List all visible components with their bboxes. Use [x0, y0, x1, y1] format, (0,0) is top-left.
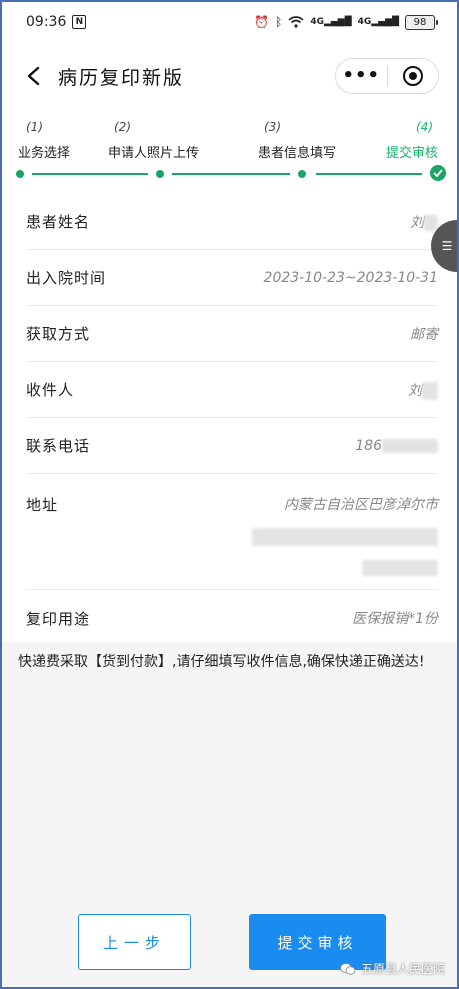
- stay-period-value: 2023-10-23~2023-10-31: [263, 269, 438, 286]
- signal-icon-1: 4G▂▄▆█: [310, 17, 352, 27]
- nav-bar: 病历复印新版 •••: [2, 52, 457, 100]
- row-purpose: 复印用途 医保报销*1份: [26, 590, 438, 646]
- back-icon[interactable]: [22, 65, 44, 87]
- alarm-icon: ⏰: [254, 15, 270, 29]
- step-line-2: [172, 173, 290, 175]
- status-bar: 09:36 N ⏰ ᛒ 4G▂▄▆█ 4G▂▄▆█ 98: [2, 2, 457, 42]
- address-value: 内蒙古自治区巴彦淖尔市: [252, 494, 438, 576]
- miniprogram-capsule: •••: [335, 58, 439, 94]
- step-4-check-icon: [430, 165, 446, 181]
- step-line-1: [32, 173, 148, 175]
- phone-frame: 09:36 N ⏰ ᛒ 4G▂▄▆█ 4G▂▄▆█ 98 病历复印新版 ••• …: [0, 0, 459, 989]
- address-label: 地址: [26, 496, 59, 514]
- patient-name-label: 患者姓名: [26, 213, 91, 231]
- phone-label: 联系电话: [26, 437, 91, 455]
- row-stay-period: 出入院时间 2023-10-23~2023-10-31: [26, 250, 438, 306]
- nfc-icon: N: [72, 15, 87, 29]
- close-miniprogram-button[interactable]: [388, 59, 439, 93]
- step-2-number: (2): [114, 120, 131, 134]
- signal-icon-2: 4G▂▄▆█: [357, 17, 399, 27]
- target-icon: [402, 66, 423, 86]
- menu-lines-icon: ☰: [441, 239, 453, 253]
- stay-period-label: 出入院时间: [26, 269, 107, 287]
- step-3-number: (3): [264, 120, 281, 134]
- previous-step-button[interactable]: 上一步: [78, 914, 191, 970]
- pickup-method-value: 邮寄: [410, 326, 438, 343]
- step-1-label: 业务选择: [18, 146, 71, 161]
- step-line-3: [316, 173, 422, 175]
- step-2-dot: [156, 170, 164, 178]
- watermark: 五原县人民医院: [340, 960, 445, 977]
- step-1-number: (1): [26, 120, 43, 134]
- step-4-number: (4): [416, 120, 433, 134]
- step-3-label: 患者信息填写: [258, 146, 337, 161]
- row-phone: 联系电话 186: [26, 418, 438, 474]
- patient-info-form: 患者姓名 刘 出入院时间 2023-10-23~2023-10-31 获取方式 …: [26, 194, 438, 646]
- status-time: 09:36: [26, 14, 67, 30]
- shipping-notice: 快递费采取【货到付款】,请仔细填写收件信息,确保快递正确送达!: [2, 642, 457, 987]
- step-2-label: 申请人照片上传: [108, 146, 200, 161]
- patient-name-value: 刘: [410, 212, 438, 232]
- page-title: 病历复印新版: [58, 66, 185, 89]
- purpose-label: 复印用途: [26, 609, 91, 628]
- wifi-icon: [288, 16, 304, 28]
- step-4-label: 提交审核: [386, 146, 439, 161]
- step-progress: (1) (2) (3) (4) 业务选择 申请人照片上传 患者信息填写 提交审核: [2, 114, 457, 184]
- more-dots-icon: •••: [342, 65, 380, 86]
- wechat-icon: [340, 962, 356, 975]
- recipient-value: 刘: [408, 380, 438, 400]
- row-recipient: 收件人 刘: [26, 362, 438, 418]
- step-1-dot: [16, 170, 24, 178]
- row-address: 地址 内蒙古自治区巴彦淖尔市: [26, 474, 438, 590]
- recipient-label: 收件人: [26, 381, 75, 399]
- pickup-method-label: 获取方式: [26, 325, 91, 343]
- purpose-value: 医保报销*1份: [352, 611, 438, 627]
- battery-icon: 98: [405, 14, 438, 30]
- more-button[interactable]: •••: [336, 59, 387, 93]
- step-3-dot: [298, 170, 306, 178]
- row-patient-name: 患者姓名 刘: [26, 194, 438, 250]
- phone-value: 186: [355, 438, 438, 454]
- row-pickup-method: 获取方式 邮寄: [26, 306, 438, 362]
- watermark-text: 五原县人民医院: [360, 962, 445, 976]
- notice-text: 快递费采取【货到付款】,请仔细填写收件信息,确保快递正确送达!: [18, 654, 425, 670]
- bluetooth-icon: ᛒ: [275, 15, 283, 29]
